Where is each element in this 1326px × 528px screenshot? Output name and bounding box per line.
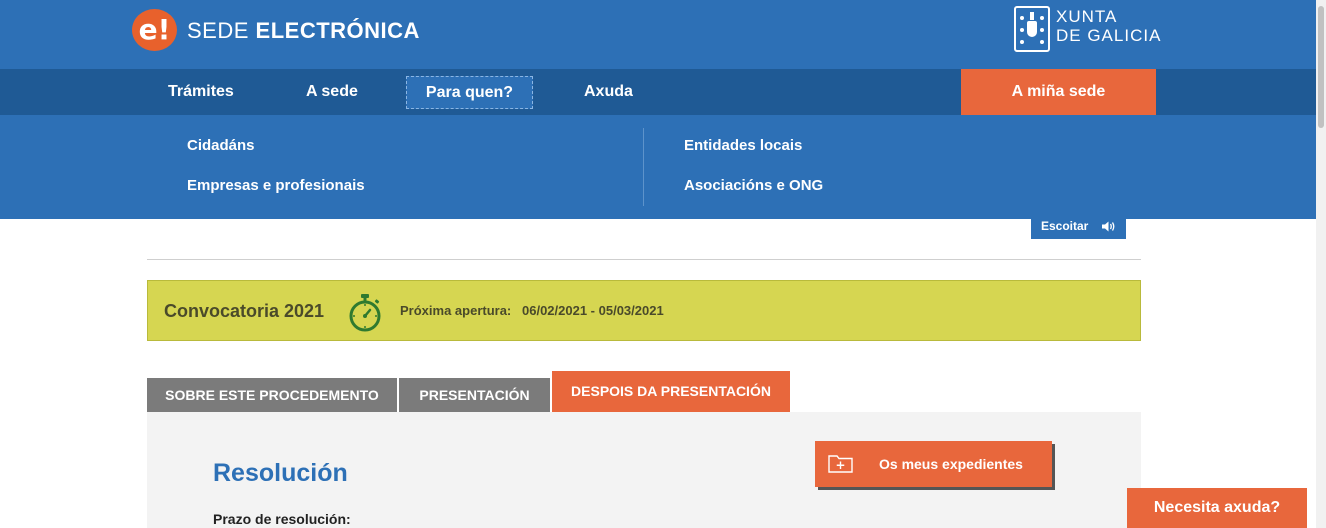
page-scrollbar[interactable] bbox=[1316, 0, 1326, 528]
convocatoria-label: Próxima apertura: bbox=[400, 303, 512, 318]
brand-bold: ELECTRÓNICA bbox=[255, 18, 420, 43]
nav-item-a-sede[interactable]: A sede bbox=[306, 69, 358, 115]
listen-button[interactable]: Escoitar bbox=[1031, 214, 1126, 239]
stopwatch-icon bbox=[349, 294, 381, 332]
convocatoria-banner: Convocatoria 2021 Próxima apertura: 06/0… bbox=[147, 280, 1141, 341]
help-button[interactable]: Necesita axuda? bbox=[1127, 488, 1307, 528]
dropdown-link-asociacions[interactable]: Asociacións e ONG bbox=[684, 177, 823, 194]
logo-letter: e! bbox=[138, 13, 171, 46]
my-sede-button[interactable]: A miña sede bbox=[961, 69, 1156, 115]
nav-item-para-quen[interactable]: Para quen? bbox=[406, 76, 533, 109]
dropdown-link-cidadans[interactable]: Cidadáns bbox=[187, 137, 255, 154]
brand-light: SEDE bbox=[187, 18, 256, 43]
convocatoria-title: Convocatoria 2021 bbox=[164, 301, 325, 321]
listen-label: Escoitar bbox=[1041, 219, 1089, 233]
dropdown-divider bbox=[643, 128, 644, 206]
folder-plus-icon bbox=[828, 455, 853, 473]
my-files-button[interactable]: Os meus expedientes bbox=[815, 441, 1052, 487]
content-divider bbox=[147, 259, 1141, 260]
convocatoria-dates: 06/02/2021 - 05/03/2021 bbox=[522, 303, 664, 318]
site-header: e! SEDE ELECTRÓNICA XUNTA DE GALICIA bbox=[0, 0, 1316, 69]
xunta-line1: XUNTA bbox=[1056, 7, 1118, 26]
xunta-crest-icon[interactable] bbox=[1014, 6, 1050, 52]
tab-sobre-procedemento[interactable]: SOBRE ESTE PROCEDEMENTO bbox=[147, 378, 397, 412]
my-files-label: Os meus expedientes bbox=[879, 456, 1023, 472]
section-subtitle: Prazo de resolución: bbox=[213, 511, 351, 527]
nav-item-axuda[interactable]: Axuda bbox=[584, 69, 633, 115]
dropdown-link-empresas[interactable]: Empresas e profesionais bbox=[187, 177, 365, 194]
main-nav: Trámites A sede Para quen? Axuda A miña … bbox=[0, 69, 1316, 115]
dropdown-link-entidades[interactable]: Entidades locais bbox=[684, 137, 802, 154]
site-brand[interactable]: SEDE ELECTRÓNICA bbox=[187, 18, 420, 44]
speaker-icon bbox=[1102, 221, 1115, 232]
section-title: Resolución bbox=[213, 459, 348, 487]
xunta-line2: DE GALICIA bbox=[1056, 26, 1162, 45]
scrollbar-thumb[interactable] bbox=[1318, 6, 1324, 128]
xunta-logo-text[interactable]: XUNTA DE GALICIA bbox=[1056, 7, 1161, 45]
sede-logo-icon[interactable]: e! bbox=[132, 9, 177, 51]
nav-item-tramites[interactable]: Trámites bbox=[168, 69, 234, 115]
tab-despois-presentacion[interactable]: DESPOIS DA PRESENTACIÓN bbox=[552, 371, 790, 412]
tab-presentacion[interactable]: PRESENTACIÓN bbox=[399, 378, 550, 412]
para-quen-dropdown: Cidadáns Empresas e profesionais Entidad… bbox=[0, 115, 1316, 219]
